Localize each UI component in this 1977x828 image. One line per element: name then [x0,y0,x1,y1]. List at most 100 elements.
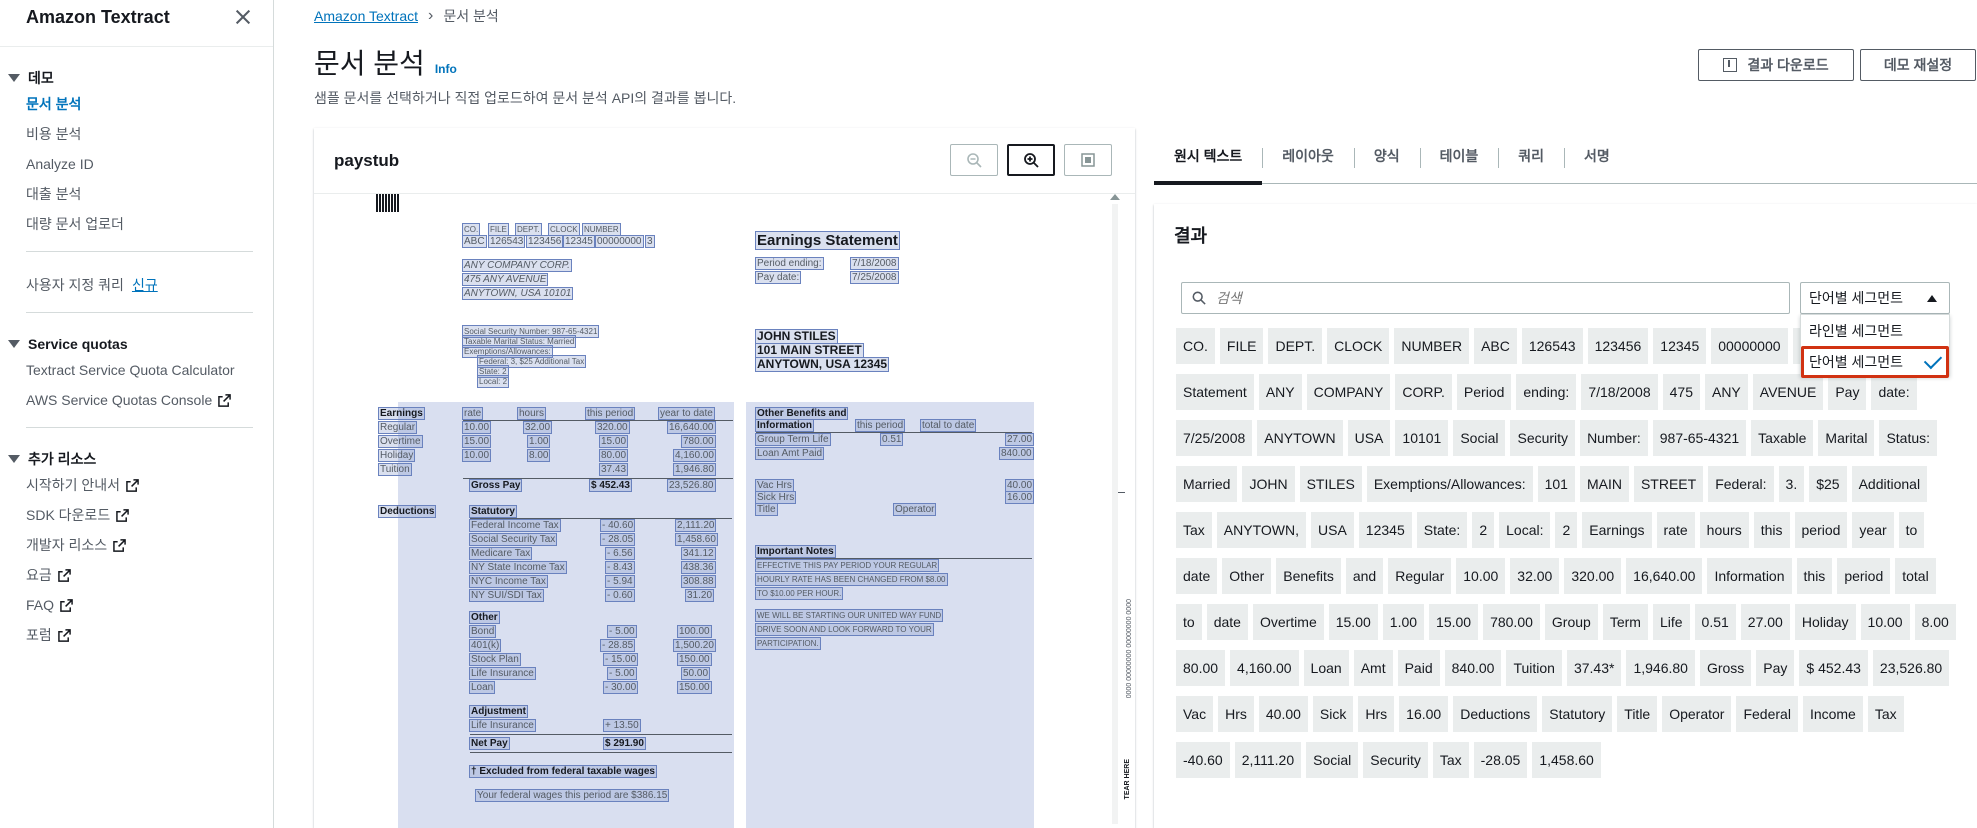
word-chip[interactable]: Deductions [1453,696,1538,732]
dropdown-option-word-segment[interactable]: 단어별 세그먼트 [1801,346,1949,378]
word-chip[interactable]: 00000000 [1711,328,1788,364]
scroll-track[interactable] [1112,204,1118,824]
word-chip[interactable]: Term [1602,604,1648,640]
word-chip[interactable]: State: [1416,512,1468,548]
sidebar-item-document-analysis[interactable]: 문서 분석 [0,89,273,119]
sidebar-item-developer-resources[interactable]: 개발자 리소스 [0,530,273,560]
sidebar-item-lending-analysis[interactable]: 대출 분석 [0,179,273,209]
word-chip[interactable]: ABC [1474,328,1517,364]
word-chip[interactable]: ANYTOWN, [1216,512,1306,548]
word-chip[interactable]: Statement [1176,374,1254,410]
word-chip[interactable]: $25 [1809,466,1847,502]
word-chip[interactable]: Social [1306,742,1359,778]
word-chip[interactable]: MAIN [1579,466,1629,502]
word-chip[interactable]: year [1852,512,1894,548]
word-chip[interactable]: Tax [1867,696,1904,732]
section-toggle-resources[interactable]: 추가 리소스 [0,448,273,470]
scroll-up-icon[interactable] [1110,194,1120,200]
sidebar-item-analyze-id[interactable]: Analyze ID [0,149,273,179]
sidebar-item-quotas-console[interactable]: AWS Service Quotas Console [0,385,273,415]
sidebar-item-expense-analysis[interactable]: 비용 분석 [0,119,273,149]
word-chip[interactable]: COMPANY [1306,374,1391,410]
word-chip[interactable]: Hrs [1218,696,1254,732]
word-chip[interactable]: -40.60 [1176,742,1230,778]
word-chip[interactable]: Amt [1353,650,1393,686]
word-chip[interactable]: -28.05 [1473,742,1528,778]
section-toggle-demo[interactable]: 데모 [0,67,273,89]
word-chip[interactable]: 126543 [1521,328,1583,364]
word-chip[interactable]: STREET [1633,466,1704,502]
sidebar-item-bulk-uploader[interactable]: 대량 문서 업로더 [0,209,273,239]
word-chip[interactable]: 37.43* [1566,650,1622,686]
word-chip[interactable]: 101 [1537,466,1575,502]
word-chip[interactable]: Tax [1176,512,1212,548]
word-chip[interactable]: Pay [1756,650,1795,686]
zoom-out-button[interactable] [950,144,998,176]
word-chip[interactable]: this [1796,558,1833,594]
word-chip[interactable]: Local: [1499,512,1551,548]
breadcrumb-link-textract[interactable]: Amazon Textract [314,8,418,24]
word-chip[interactable]: Tax [1432,742,1469,778]
word-chip[interactable]: to [1176,604,1202,640]
word-chip[interactable]: Group [1544,604,1598,640]
word-chip[interactable]: 2 [1472,512,1495,548]
word-chip[interactable]: CO. [1176,328,1215,364]
word-chip[interactable]: period [1794,512,1848,548]
word-chip[interactable]: to [1898,512,1925,548]
sidebar-item-forum[interactable]: 포럼 [0,620,273,650]
segment-select[interactable]: 단어별 세그먼트 [1800,282,1950,314]
word-chip[interactable]: 16.00 [1399,696,1449,732]
sidebar-item-faq[interactable]: FAQ [0,590,273,620]
close-icon[interactable] [233,7,253,27]
word-chip[interactable]: 2,111.20 [1234,742,1302,778]
word-chip[interactable]: CORP. [1395,374,1452,410]
word-chip[interactable]: 1,946.80 [1626,650,1695,686]
word-chip[interactable]: 32.00 [1510,558,1560,594]
word-chip[interactable]: 7/25/2008 [1176,420,1253,456]
word-chip[interactable]: Information [1707,558,1792,594]
sidebar-item-quota-calculator[interactable]: Textract Service Quota Calculator [0,355,273,385]
word-chip[interactable]: Statutory [1542,696,1613,732]
section-toggle-service-quotas[interactable]: Service quotas [0,333,273,355]
search-field[interactable] [1181,282,1790,314]
word-chip[interactable]: Vac [1176,696,1214,732]
sidebar-item-custom-queries[interactable]: 사용자 지정 쿼리 신규 [0,270,273,300]
word-chip[interactable]: 1.00 [1382,604,1425,640]
word-chip[interactable]: 1,458.60 [1532,742,1601,778]
word-chip[interactable]: 123456 [1587,328,1649,364]
word-chip[interactable]: 23,526.80 [1872,650,1950,686]
word-chip[interactable]: ANY [1258,374,1302,410]
word-chip[interactable]: DEPT. [1268,328,1323,364]
sidebar-item-pricing[interactable]: 요금 [0,560,273,590]
word-chip[interactable]: STILES [1299,466,1362,502]
word-chip[interactable]: 320.00 [1564,558,1622,594]
tab-tables[interactable]: 테이블 [1419,128,1499,184]
word-chip[interactable]: 10.00 [1860,604,1910,640]
fit-page-button[interactable] [1064,144,1112,176]
word-chip[interactable]: 12345 [1653,328,1707,364]
tab-queries[interactable]: 쿼리 [1498,128,1564,184]
word-chip[interactable]: and [1345,558,1384,594]
word-chip[interactable]: 40.00 [1258,696,1308,732]
word-chip[interactable]: Title [1617,696,1658,732]
word-chip[interactable]: Period [1456,374,1512,410]
word-chip[interactable]: Security [1510,420,1576,456]
word-chip[interactable]: period [1837,558,1891,594]
word-chip[interactable]: Overtime [1252,604,1324,640]
word-chip[interactable]: 987-65-4321 [1652,420,1747,456]
word-chip[interactable]: ANYTOWN [1257,420,1343,456]
word-chip[interactable]: JOHN [1242,466,1295,502]
word-chip[interactable]: Federal [1736,696,1798,732]
word-chip[interactable]: Number: [1580,420,1648,456]
download-results-button[interactable]: 결과 다운로드 [1698,49,1854,81]
word-chip[interactable]: Additional [1851,466,1928,502]
document-viewer[interactable]: CO. FILE DEPT. CLOCK NUMBER ABC 126543 1… [314,194,1135,828]
word-chip[interactable]: date [1176,558,1218,594]
dropdown-option-line-segment[interactable]: 라인별 세그먼트 [1801,315,1949,346]
word-chip[interactable]: $ 452.43 [1799,650,1868,686]
word-chip[interactable]: Regular [1388,558,1452,594]
word-chip[interactable]: 16,640.00 [1626,558,1703,594]
word-chip[interactable]: rate [1656,512,1695,548]
tab-raw-text[interactable]: 원시 텍스트 [1154,128,1263,185]
word-chip[interactable]: Married [1176,466,1238,502]
